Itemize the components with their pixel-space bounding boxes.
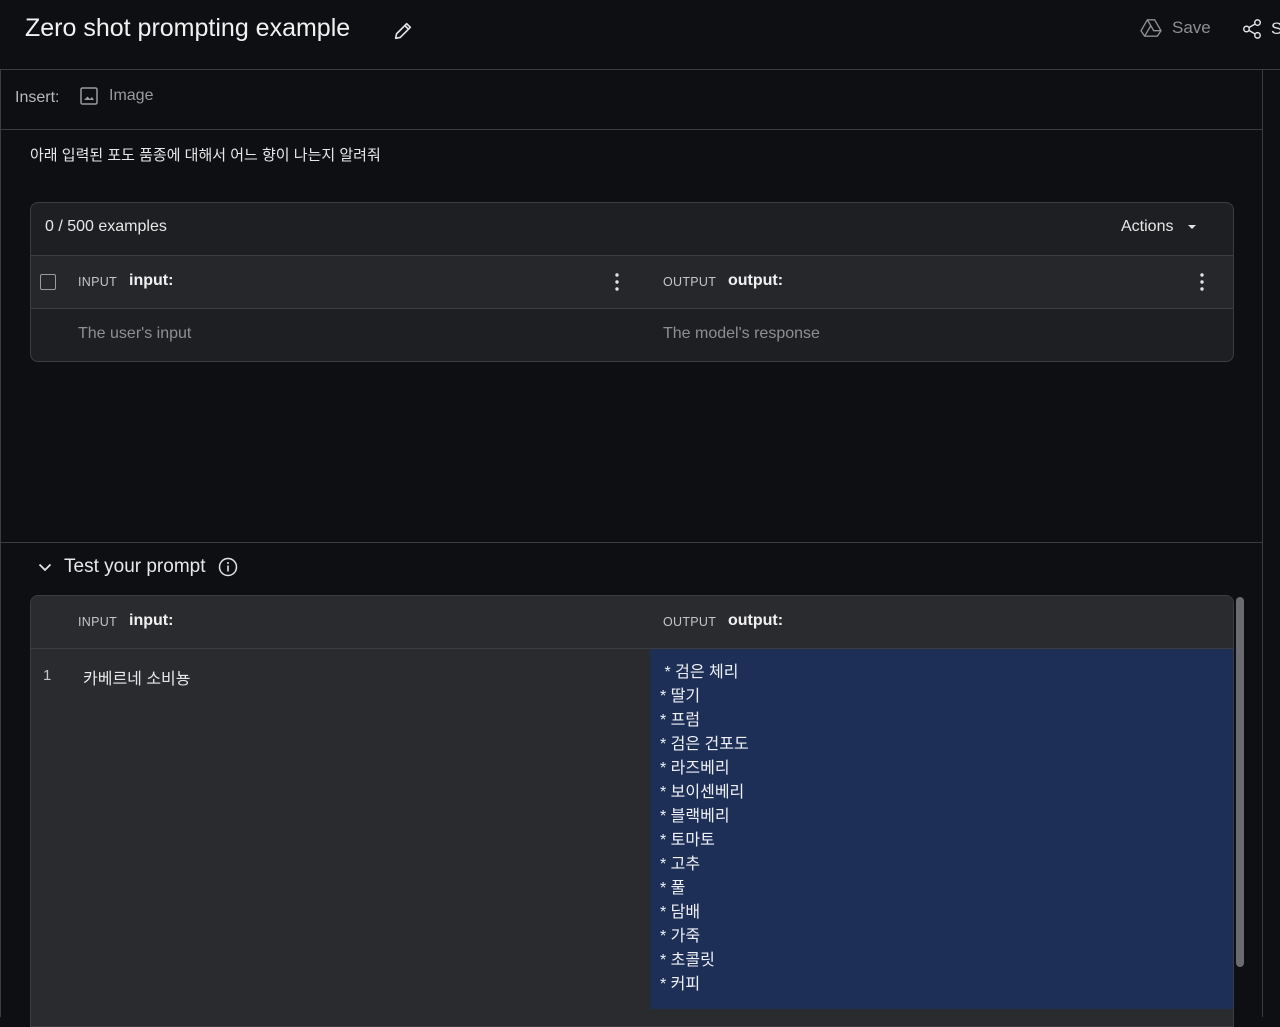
left-border <box>0 70 1 1017</box>
input-column-menu-icon[interactable] <box>615 273 619 291</box>
output-column-menu-icon[interactable] <box>1200 273 1204 291</box>
test-output-column-tag: OUTPUT <box>663 615 717 629</box>
test-input-value[interactable]: 카베르네 소비뇽 <box>83 665 191 689</box>
test-output-column-name: output: <box>728 612 784 629</box>
dropdown-arrow-icon <box>1188 225 1197 229</box>
actions-dropdown[interactable]: Actions <box>1121 218 1197 236</box>
examples-toolbar: 0 / 500 examples Actions <box>31 203 1233 256</box>
info-icon[interactable] <box>218 557 238 577</box>
test-output-cell: * 검은 체리 * 딸기 * 프럼 * 검은 건포도 * 라즈베리 * 보이센베… <box>650 649 1233 1009</box>
examples-count: 0 / 500 examples <box>45 218 167 235</box>
share-button[interactable]: S <box>1241 18 1280 40</box>
section-divider <box>0 542 1262 543</box>
test-header-row: INPUT input: OUTPUT output: <box>31 596 1233 649</box>
test-row: 1 카베르네 소비뇽 * 검은 체리 * 딸기 * 프럼 * 검은 건포도 * … <box>31 649 1233 1019</box>
insert-toolbar: Insert: Image <box>0 70 1262 130</box>
chevron-down-icon <box>38 563 52 571</box>
output-column-name: output: <box>728 272 784 289</box>
test-table: INPUT input: OUTPUT output: 1 카베르네 소비뇽 *… <box>30 595 1234 1027</box>
input-column-tag: INPUT <box>78 275 117 289</box>
test-output-value: * 검은 체리 * 딸기 * 프럼 * 검은 건포도 * 라즈베리 * 보이센베… <box>660 664 749 993</box>
actions-label: Actions <box>1121 218 1174 235</box>
image-icon <box>80 87 98 105</box>
examples-empty-row: The user's input The model's response <box>31 309 1233 361</box>
header-bar: Zero shot prompting example Save S <box>0 0 1280 70</box>
share-icon <box>1243 19 1261 39</box>
test-input-column-tag: INPUT <box>78 615 117 629</box>
examples-header-row: INPUT input: OUTPUT output: <box>31 256 1233 309</box>
output-column-tag: OUTPUT <box>663 275 717 289</box>
input-placeholder[interactable]: The user's input <box>78 325 191 343</box>
prompt-title: Zero shot prompting example <box>25 14 351 42</box>
save-button[interactable]: Save <box>1140 18 1211 38</box>
insert-image-button[interactable]: Image <box>80 87 153 105</box>
output-placeholder[interactable]: The model's response <box>663 325 820 343</box>
examples-table: 0 / 500 examples Actions INPUT input: OU… <box>30 202 1234 362</box>
drive-icon <box>1140 19 1162 37</box>
test-prompt-toggle[interactable]: Test your prompt <box>38 556 238 578</box>
panel-divider <box>1262 70 1263 1017</box>
image-label: Image <box>109 87 154 104</box>
test-prompt-title: Test your prompt <box>64 556 206 577</box>
test-input-column-name: input: <box>129 612 174 629</box>
share-label: S <box>1271 19 1280 38</box>
prompt-instruction[interactable]: 아래 입력된 포도 품종에 대해서 어느 향이 나는지 알려줘 <box>30 144 381 165</box>
insert-label: Insert: <box>15 89 60 106</box>
select-all-checkbox[interactable] <box>40 274 56 290</box>
row-number: 1 <box>43 667 52 684</box>
save-label: Save <box>1172 18 1211 37</box>
vertical-scrollbar[interactable] <box>1236 597 1244 967</box>
pencil-edit-icon[interactable] <box>392 20 414 42</box>
input-column-name: input: <box>129 272 174 289</box>
